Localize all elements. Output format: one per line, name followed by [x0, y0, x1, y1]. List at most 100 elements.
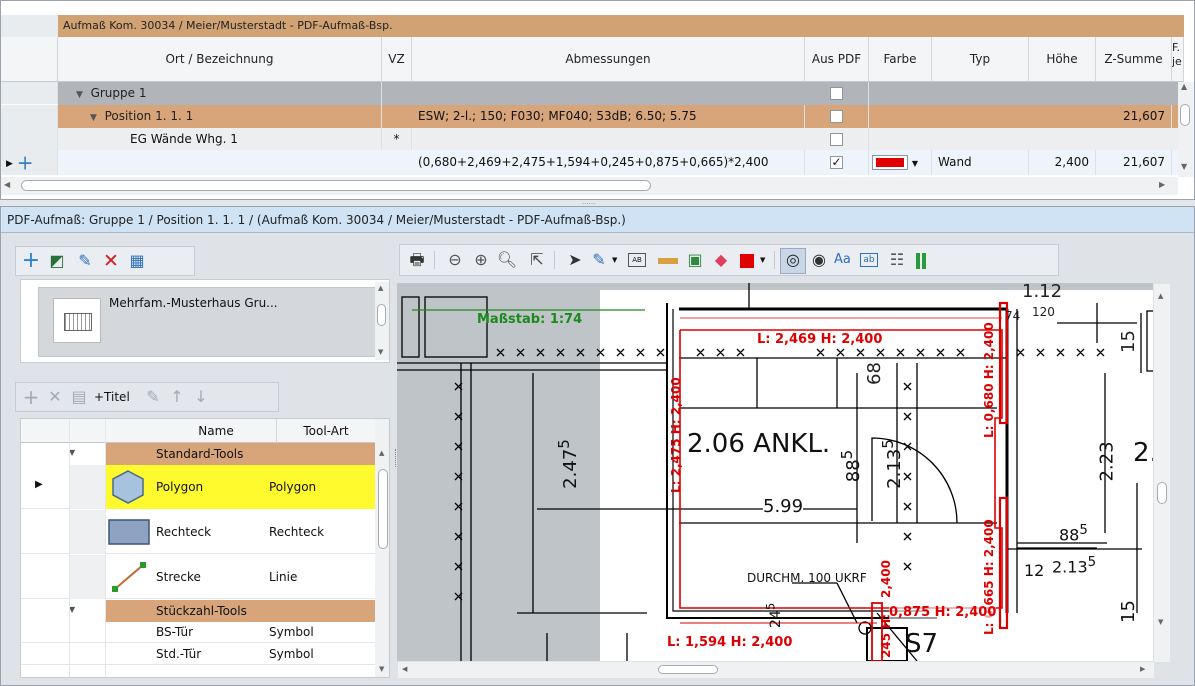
col-typ[interactable]: Typ	[932, 37, 1029, 82]
delete-icon[interactable]: ✕	[100, 251, 122, 271]
scroll-down-icon[interactable]: ▼	[378, 348, 383, 356]
grid-hscroll[interactable]: ◀ ▶	[1, 177, 1178, 195]
table-row[interactable]: Rechteck Rechteck	[21, 510, 375, 554]
add-row-icon[interactable]: +	[17, 151, 34, 175]
arrow-down-icon[interactable]: ↓	[190, 387, 212, 407]
sub-vz: *	[382, 128, 412, 150]
col-tool-art[interactable]: Tool-Art	[276, 419, 375, 443]
col-aus-pdf[interactable]: Aus PDF	[805, 37, 869, 82]
scroll-right-icon[interactable]: ▶	[1140, 665, 1145, 673]
scroll-up-icon[interactable]: ▲	[378, 284, 383, 292]
table-row[interactable]: ▼ Standard-Tools	[21, 443, 375, 465]
table-row[interactable]: ▶ Polygon Polygon	[21, 465, 375, 509]
col-z-summe[interactable]: Z-Summe	[1096, 37, 1172, 82]
tools-toolbar: + ✕ ▤ +Titel ✎ ↑ ↓	[15, 382, 279, 412]
calculator-icon[interactable]: ▦	[126, 251, 148, 271]
save-icon[interactable]: ▤	[68, 387, 90, 407]
color-picker-icon[interactable]	[740, 254, 754, 268]
edit-pencil-icon[interactable]: ✎	[142, 387, 164, 407]
scroll-thumb[interactable]	[21, 180, 651, 191]
table-row[interactable]: ▼ Position 1. 1. 1 ESW; 2-l.; 150; F030;…	[1, 105, 1178, 128]
col-f-je[interactable]: F. je	[1172, 37, 1184, 82]
add-icon[interactable]: +	[20, 387, 42, 407]
col-name[interactable]: Name	[156, 419, 276, 443]
list-icon[interactable]: ☷	[886, 250, 908, 270]
col-abmessungen[interactable]: Abmessungen	[412, 37, 805, 82]
text-field-icon[interactable]: ab	[860, 253, 878, 267]
scroll-thumb[interactable]	[1180, 104, 1190, 126]
doc-list-vscroll[interactable]: ▲ ▼	[375, 282, 389, 360]
scroll-up-icon[interactable]: ▲	[1158, 292, 1163, 300]
table-row[interactable]: ▼ Stückzahl-Tools	[21, 600, 375, 622]
col-ort-bezeichnung[interactable]: Ort / Bezeichnung	[58, 37, 382, 82]
collapse-icon[interactable]: ▼	[90, 113, 97, 123]
grid-vscroll[interactable]: ▲ ▼	[1178, 82, 1194, 177]
chevron-down-icon[interactable]: ▼	[912, 159, 918, 168]
print-icon[interactable]: 🖶	[406, 250, 428, 270]
aus-pdf-checkbox[interactable]	[830, 110, 843, 123]
chevron-down-icon[interactable]: ▼	[612, 256, 617, 264]
split-view-icon[interactable]	[916, 253, 920, 269]
scroll-thumb[interactable]	[658, 665, 718, 674]
list-item[interactable]: Mehrfam.-Musterhaus Gru...	[38, 287, 376, 357]
edit-pencil-icon[interactable]: ✎	[74, 251, 96, 271]
scroll-left-icon[interactable]: ◀	[402, 665, 407, 673]
chevron-down-icon[interactable]: ▼	[760, 256, 765, 264]
table-row[interactable]: Strecke Linie	[21, 555, 375, 599]
pointer-icon[interactable]: ➤	[564, 250, 586, 270]
aus-pdf-checkbox[interactable]	[830, 87, 843, 100]
scroll-down-icon[interactable]: ▼	[1158, 618, 1163, 626]
col-farbe[interactable]: Farbe	[869, 37, 932, 82]
tool-art: Rechteck	[269, 525, 325, 539]
scroll-thumb[interactable]	[377, 304, 386, 326]
zoom-out-icon[interactable]: ⊖	[444, 250, 466, 270]
tool-art: Polygon	[269, 480, 317, 494]
image-icon[interactable]: ▣	[684, 250, 706, 270]
scroll-left-icon[interactable]: ◀	[4, 180, 10, 189]
floor-plan-canvas[interactable]: Maßstab: 1:74 L: 2,469 H: 2,400 74 120 1…	[397, 283, 1153, 661]
snap-target-icon[interactable]: ◎	[782, 250, 804, 270]
tool-art: Symbol	[269, 625, 314, 639]
eraser-icon[interactable]: ◆	[710, 250, 732, 270]
aus-pdf-checkbox[interactable]: ✓	[830, 156, 843, 169]
typ-value[interactable]: Wand	[932, 150, 1029, 175]
scroll-right-icon[interactable]: ▶	[1159, 180, 1165, 189]
arrow-up-icon[interactable]: ↑	[166, 387, 188, 407]
tool-name: Rechteck	[156, 525, 212, 539]
add-title-button[interactable]: +Titel	[94, 390, 130, 404]
doc-toolbar: + ◩ ✎ ✕ ▦	[15, 246, 195, 276]
ruler-icon[interactable]	[658, 258, 678, 264]
scroll-down-icon[interactable]: ▼	[1181, 162, 1187, 171]
delete-icon[interactable]: ✕	[44, 387, 66, 407]
text-box-icon[interactable]: AB	[628, 253, 646, 267]
scroll-up-icon[interactable]: ▲	[1181, 82, 1187, 91]
table-row[interactable]: ▼ Gruppe 1	[1, 82, 1178, 105]
scroll-thumb[interactable]	[378, 469, 388, 549]
scroll-up-icon[interactable]: ▲	[379, 449, 384, 457]
table-row-editing[interactable]: ▶ + (0,680+2,469+2,475+1,594+0,245+0,875…	[1, 150, 1178, 175]
table-row[interactable]: EG Wände Whg. 1 *	[1, 128, 1178, 150]
font-icon[interactable]: Aa	[834, 252, 851, 267]
plan-hscroll[interactable]: ◀ ▶	[398, 662, 1154, 678]
zoom-in-icon[interactable]: ⊕	[470, 250, 492, 270]
col-vz[interactable]: VZ	[382, 37, 412, 82]
add-icon[interactable]: +	[20, 250, 42, 272]
scroll-down-icon[interactable]: ▼	[379, 665, 384, 673]
fit-page-icon[interactable]: ⇱	[526, 250, 548, 270]
pen-icon[interactable]: ✎	[588, 250, 610, 270]
plan-vscroll[interactable]: ▲ ▼	[1154, 284, 1170, 662]
scroll-thumb[interactable]	[1157, 482, 1167, 504]
table-row[interactable]: BS-Tür Symbol	[21, 622, 375, 643]
dims-input[interactable]: (0,680+2,469+2,475+1,594+0,245+0,875+0,6…	[412, 150, 805, 175]
aus-pdf-checkbox[interactable]	[830, 133, 843, 146]
col-hoehe[interactable]: Höhe	[1029, 37, 1096, 82]
tools-vscroll[interactable]: ▲ ▼	[375, 419, 389, 677]
zoom-dropdown-icon[interactable]: 🔍︎	[496, 250, 518, 270]
import-icon[interactable]: ◩	[46, 251, 68, 271]
hoehe-value[interactable]: 2,400	[1029, 150, 1096, 175]
splitter-handle[interactable]: ......	[582, 198, 595, 206]
collapse-icon[interactable]: ▼	[76, 90, 83, 100]
eye-icon[interactable]: ◉	[808, 250, 830, 270]
farbe-dropdown[interactable]: ▼	[869, 150, 932, 175]
table-row[interactable]: Std.-Tür Symbol	[21, 644, 375, 665]
